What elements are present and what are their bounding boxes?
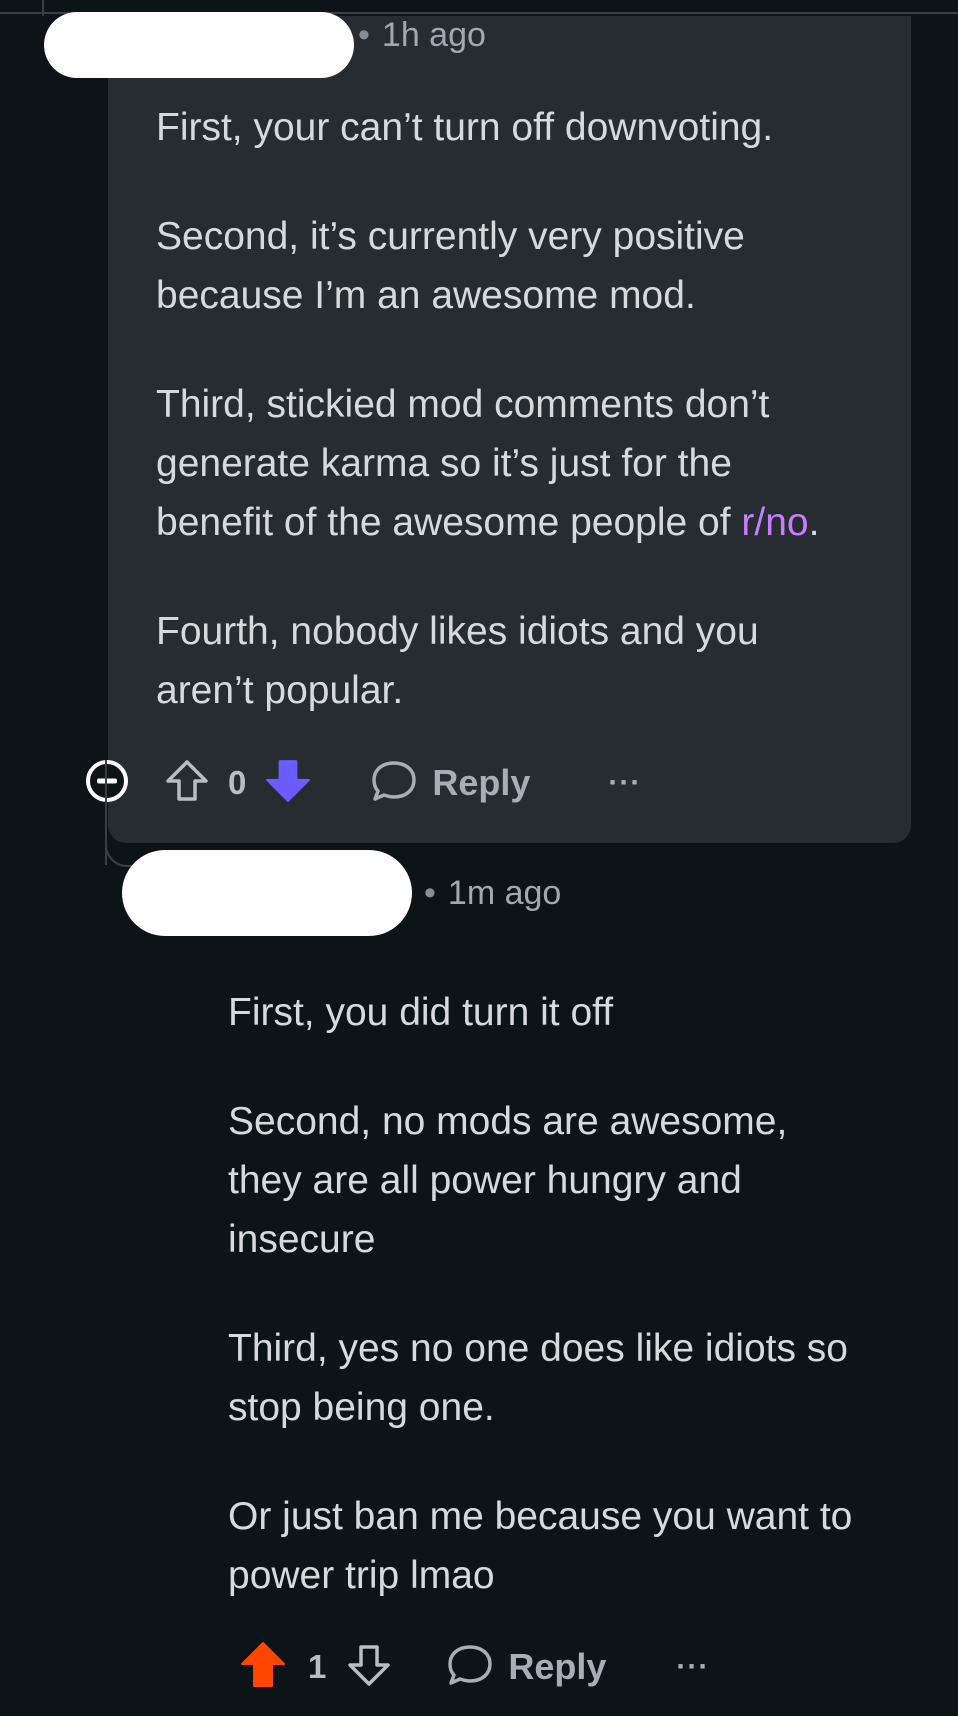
more-options-button[interactable]: ··· [676, 1650, 709, 1684]
comment-body: First, your can’t turn off downvoting. S… [156, 98, 896, 720]
score: 0 [228, 764, 247, 801]
downvote-arrow-icon[interactable] [264, 757, 312, 810]
downvote-arrow-icon[interactable] [346, 1642, 392, 1693]
reply-button[interactable]: Reply [446, 1642, 606, 1693]
subreddit-link[interactable]: r/no [741, 501, 808, 544]
timestamp: 1h ago [381, 16, 486, 54]
timestamp: 1m ago [447, 874, 562, 912]
reply-label: Reply [432, 762, 531, 803]
paragraph: Third, yes no one does like idiots so st… [228, 1327, 849, 1429]
speech-bubble-icon [446, 1642, 494, 1693]
paragraph: Second, it’s currently very positive bec… [156, 215, 745, 317]
comment-meta: • 1h ago [358, 16, 486, 54]
comment-body: First, you did turn it off Second, no mo… [228, 983, 938, 1605]
more-options-button[interactable]: ··· [608, 766, 641, 800]
reply-label: Reply [508, 1646, 607, 1687]
comment-actions: 1 Reply ··· [240, 1632, 709, 1702]
paragraph: Second, no mods are awesome, they are al… [228, 1100, 788, 1261]
paragraph: First, your can’t turn off downvoting. [156, 106, 774, 149]
paragraph: First, you did turn it off [228, 991, 614, 1034]
paragraph: Third, stickied mod comments don’t gener… [156, 383, 820, 544]
redacted-username [44, 12, 354, 78]
thread-line [42, 0, 44, 16]
score: 1 [308, 1648, 327, 1685]
speech-bubble-icon [370, 758, 418, 809]
upvote-arrow-icon[interactable] [164, 758, 210, 809]
collapse-icon[interactable] [84, 758, 130, 809]
thread-connector [105, 835, 135, 867]
paragraph: Fourth, nobody likes idiots and you aren… [156, 610, 759, 712]
paragraph: Or just ban me because you want to power… [228, 1495, 853, 1597]
comment-actions: 0 Reply ··· [84, 748, 641, 818]
reply-button[interactable]: Reply [370, 758, 530, 809]
comment-meta: • 1m ago [424, 874, 562, 912]
redacted-username [122, 850, 412, 936]
upvote-arrow-icon[interactable] [240, 1640, 286, 1695]
